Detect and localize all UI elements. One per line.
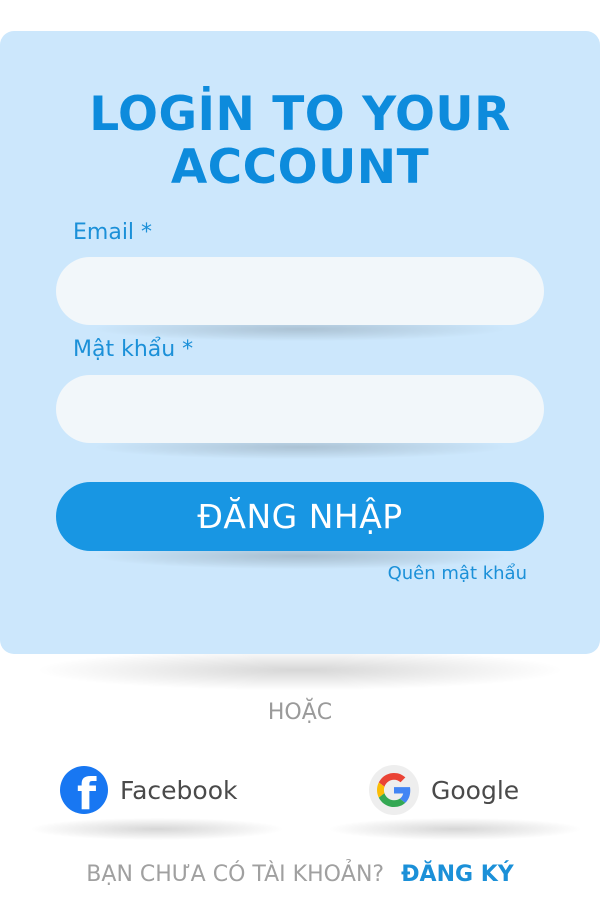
google-icon (369, 765, 419, 815)
password-field[interactable] (56, 375, 544, 443)
forgot-password-link[interactable]: Quên mật khẩu (388, 563, 527, 584)
password-field-wrapper (56, 375, 544, 459)
login-page: LOGİN TO YOUR ACCOUNT Email * Mật khẩu *… (0, 0, 600, 900)
login-button-wrapper: ĐĂNG NHẬP (56, 482, 544, 569)
password-label: Mật khẩu * (73, 337, 194, 362)
card-shadow (40, 650, 560, 690)
signup-question: BẠN CHƯA CÓ TÀI KHOẢN? (86, 862, 385, 887)
signup-link[interactable]: ĐĂNG KÝ (401, 862, 514, 887)
email-field-wrapper (56, 257, 544, 341)
signup-row: BẠN CHƯA CÓ TÀI KHOẢN? ĐĂNG KÝ (0, 862, 600, 887)
google-login-button[interactable]: Google (369, 760, 519, 820)
login-button[interactable]: ĐĂNG NHẬP (56, 482, 544, 551)
email-field[interactable] (56, 257, 544, 325)
facebook-label: Facebook (120, 775, 238, 805)
facebook-login-button[interactable]: f Facebook (60, 760, 237, 820)
google-button-shadow (330, 818, 580, 840)
google-label: Google (431, 775, 520, 805)
title-line-2: ACCOUNT (170, 140, 430, 195)
title-line-1: LOGİN TO YOUR (89, 87, 511, 142)
or-divider: HOẶC (267, 700, 333, 725)
facebook-icon: f (60, 766, 108, 814)
facebook-button-shadow (32, 818, 282, 840)
page-title: LOGİN TO YOUR ACCOUNT (0, 88, 600, 194)
email-label: Email * (73, 220, 153, 245)
